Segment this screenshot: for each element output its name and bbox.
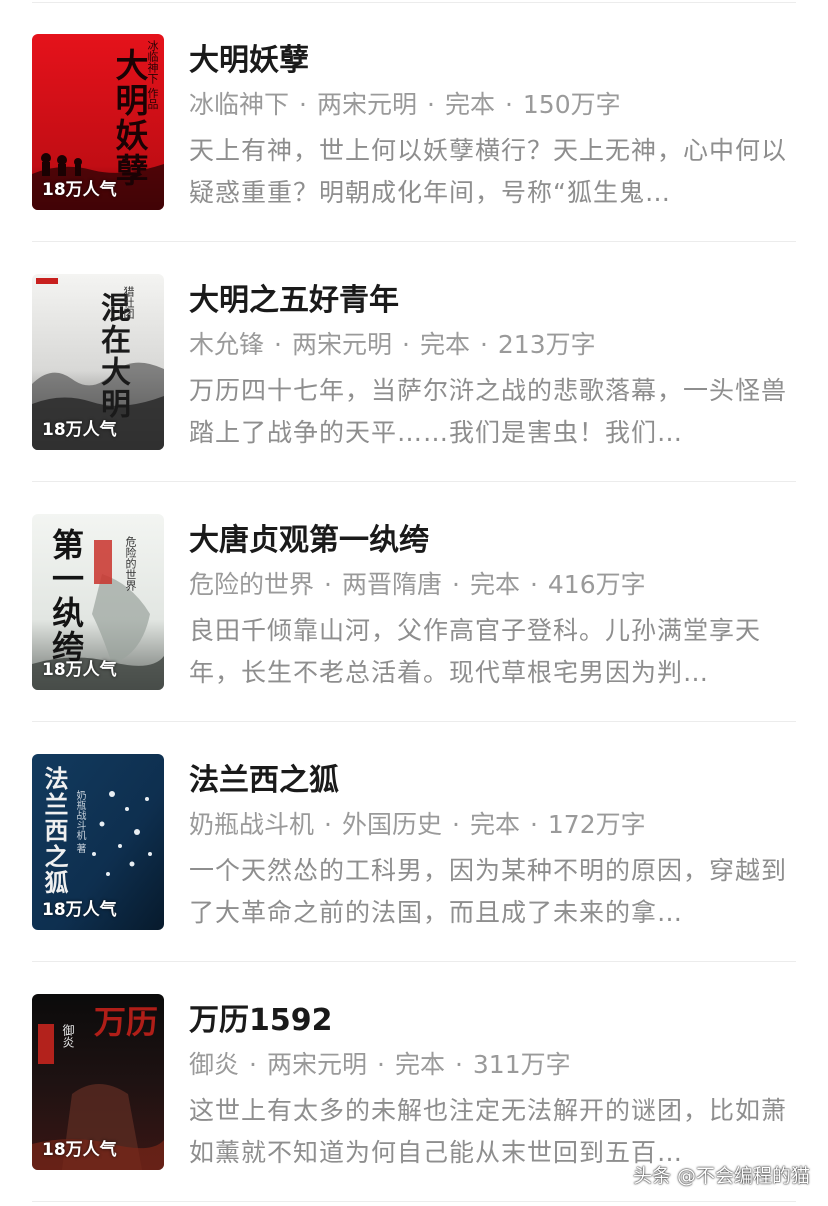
book-author[interactable]: 御炎 [189,1050,239,1079]
book-cover[interactable]: 混在大明 猎社团 18万人气 [32,274,164,450]
meta-separator: · [324,810,332,839]
meta-separator: · [426,90,435,119]
book-category: 两晋隋唐 [341,570,442,599]
book-meta: 御炎 · 两宋元明 · 完本 · 311万字 [189,1048,796,1082]
book-cover[interactable]: 万历 御炎 18万人气 [32,994,164,1170]
book-category: 两宋元明 [291,330,392,359]
row-divider [32,1201,796,1202]
cover-author-text: 猎社团 [122,286,135,319]
cover-author-text: 危险的世界 [124,536,137,591]
book-title[interactable]: 法兰西之狐 [189,760,796,802]
book-cover[interactable]: 大明妖孽 冰临神下 作品 18万人气 [32,34,164,210]
meta-separator: · [529,810,538,839]
book-word-count: 311万字 [472,1050,571,1079]
book-word-count: 172万字 [547,810,646,839]
meta-separator: · [451,810,460,839]
book-description: 良田千倾靠山河，父作高官子登科。儿孙满堂享天年，长生不老总活着。现代草根宅男因为… [189,616,762,687]
meta-separator: · [299,90,307,119]
meta-separator: · [324,570,332,599]
book-description: 天上有神，世上何以妖孽横行？天上无神，心中何以疑惑重重？明朝成化年间，号称“狐生… [189,136,788,207]
book-meta: 危险的世界 · 两晋隋唐 · 完本 · 416万字 [189,568,796,602]
meta-separator: · [274,330,282,359]
book-status: 完本 [444,90,495,119]
book-info: 大明之五好青年 木允锋 · 两宋元明 · 完本 · 213万字 万历四十七年，当萨尔浒之战的… [189,280,796,454]
book-author[interactable]: 冰临神下 [189,90,289,119]
cover-title-text: 第一纨绔 [47,528,85,664]
book-status: 完本 [469,810,520,839]
book-status: 完本 [394,1050,445,1079]
meta-separator: · [451,570,460,599]
meta-separator: · [249,1050,257,1079]
book-title[interactable]: 万历1592 [189,1000,796,1042]
watermark-text: 头条 @不会编程的猫 [632,1165,810,1187]
popularity-badge: 18万人气 [42,180,117,200]
book-info: 大明妖孽 冰临神下 · 两宋元明 · 完本 · 150万字 天上有神，世上何以妖孽横行？天上… [189,40,796,214]
book-cover[interactable]: 第一纨绔 危险的世界 18万人气 [32,514,164,690]
book-info: 法兰西之狐 奶瓶战斗机 · 外国历史 · 完本 · 172万字 一个天然怂的工科男，因为某种… [189,760,796,934]
popularity-badge: 18万人气 [42,1140,117,1160]
meta-separator: · [529,570,538,599]
popularity-badge: 18万人气 [42,420,117,440]
popularity-badge: 18万人气 [42,660,117,680]
book-title[interactable]: 大明之五好青年 [189,280,796,322]
book-cover[interactable]: 法兰西之狐 奶瓶战斗机 著 18万人气 [32,754,164,930]
cover-title-text: 万历 [94,1003,159,1041]
book-category: 外国历史 [341,810,442,839]
book-author[interactable]: 奶瓶战斗机 [189,810,314,839]
book-author[interactable]: 危险的世界 [189,570,314,599]
book-meta: 奶瓶战斗机 · 外国历史 · 完本 · 172万字 [189,808,796,842]
book-word-count: 150万字 [522,90,621,119]
book-description: 万历四十七年，当萨尔浒之战的悲歌落幕，一头怪兽踏上了战争的天平……我们是害虫！我… [189,376,788,447]
book-meta: 木允锋 · 两宋元明 · 完本 · 213万字 [189,328,796,362]
cover-title-text: 法兰西之狐 [40,766,69,896]
cover-author-text: 冰临神下 作品 [146,40,159,110]
book-info: 大唐贞观第一纨绔 危险的世界 · 两晋隋唐 · 完本 · 416万字 良田千倾靠山河，父作高… [189,520,796,694]
book-word-count: 416万字 [547,570,646,599]
book-title[interactable]: 大唐贞观第一纨绔 [189,520,796,562]
meta-separator: · [504,90,513,119]
book-item-1[interactable]: 大明妖孽 冰临神下 作品 18万人气 大明妖孽 冰临神下 · 两宋元明 · 完本 · 150… [32,2,796,242]
cover-author-text: 奶瓶战斗机 著 [74,790,85,854]
book-title[interactable]: 大明妖孽 [189,40,796,82]
cover-title-text: 大明妖孽 [110,48,149,188]
book-item-4[interactable]: 法兰西之狐 奶瓶战斗机 著 18万人气 法兰西之狐 奶瓶战斗机 · 外国历史 · 完本 ·… [32,722,796,962]
book-author[interactable]: 木允锋 [189,330,264,359]
cover-author-text: 御炎 [61,1024,75,1048]
book-word-count: 213万字 [497,330,596,359]
book-description: 一个天然怂的工科男，因为某种不明的原因，穿越到了大革命之前的法国，而且成了未来的… [189,856,788,927]
book-info: 万历1592 御炎 · 两宋元明 · 完本 · 311万字 这世上有太多的未解也注定无法解开… [189,1000,796,1174]
book-status: 完本 [469,570,520,599]
book-item-3[interactable]: 第一纨绔 危险的世界 18万人气 大唐贞观第一纨绔 危险的世界 · 两晋隋唐 · 完本 ·… [32,482,796,722]
meta-separator: · [376,1050,385,1079]
book-category: 两宋元明 [266,1050,367,1079]
meta-separator: · [479,330,488,359]
popularity-badge: 18万人气 [42,900,117,920]
book-item-2[interactable]: 混在大明 猎社团 18万人气 大明之五好青年 木允锋 · 两宋元明 · 完本 · 213万字… [32,242,796,482]
meta-separator: · [401,330,410,359]
book-category: 两宋元明 [316,90,417,119]
book-meta: 冰临神下 · 两宋元明 · 完本 · 150万字 [189,88,796,122]
book-status: 完本 [419,330,470,359]
meta-separator: · [454,1050,463,1079]
